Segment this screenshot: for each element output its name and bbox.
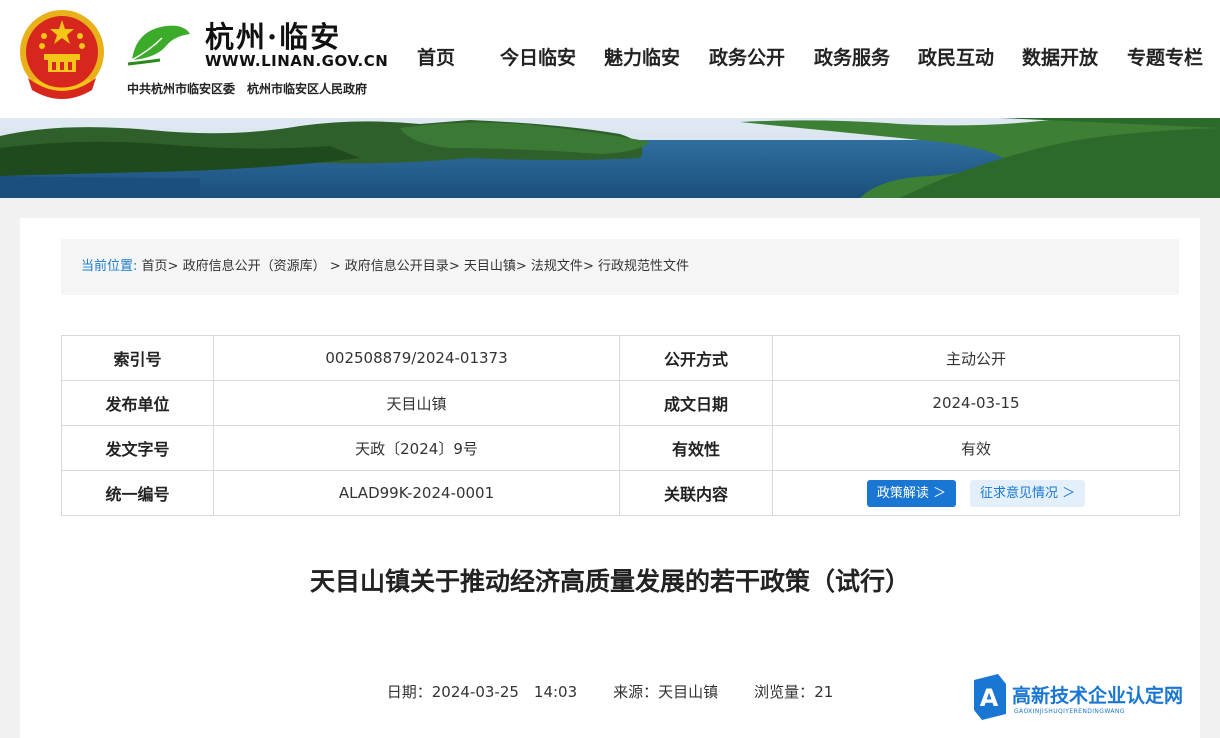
field-label: 索引号 — [61, 335, 214, 381]
field-value: 主动公开 — [772, 335, 1180, 381]
source-value: 天目山镇 — [658, 683, 719, 701]
breadcrumb-separator: > — [582, 259, 594, 274]
breadcrumb-separator: > — [329, 259, 341, 274]
field-label: 发文字号 — [61, 425, 214, 471]
watermark-subtext: GAOXINJISHUQIYERENDINGWANG — [1014, 708, 1125, 715]
field-value: 有效 — [772, 425, 1180, 471]
site-org-names: 中共杭州市临安区委 杭州市临安区人民政府 — [127, 82, 368, 96]
nav-today-linan[interactable]: 今日临安 — [500, 43, 576, 70]
field-label: 成文日期 — [619, 380, 773, 426]
publish-date: 2024-03-25 14:03 — [431, 683, 578, 701]
nav-special-topics[interactable]: 专题专栏 — [1127, 43, 1203, 70]
related-content-cell: 政策解读 ＞ 征求意见情况 ＞ — [772, 470, 1180, 516]
watermark-badge-icon: A — [974, 674, 1006, 720]
field-value: 天政〔2024〕9号 — [213, 425, 620, 471]
field-value: ALAD99K-2024-0001 — [213, 470, 620, 516]
nav-home[interactable]: 首页 — [417, 43, 455, 70]
breadcrumb-item-home[interactable]: 首页 — [142, 259, 168, 274]
view-count: 21 — [814, 683, 834, 701]
consultation-feedback-button[interactable]: 征求意见情况 ＞ — [970, 479, 1086, 507]
nav-interaction[interactable]: 政民互动 — [918, 43, 994, 70]
breadcrumb-separator: > — [515, 259, 527, 274]
field-value: 天目山镇 — [213, 380, 620, 426]
breadcrumb-separator: > — [448, 259, 460, 274]
date-label: 日期： — [386, 683, 432, 701]
watermark: A 高新技术企业认定网 GAOXINJISHUQIYERENDINGWANG — [972, 672, 1220, 723]
breadcrumb: 当前位置: 首页> 政府信息公开（资源库） > 政府信息公开目录> 天目山镇> … — [61, 239, 1179, 295]
breadcrumb-item-info-disclosure[interactable]: 政府信息公开（资源库） — [183, 259, 326, 274]
field-label: 公开方式 — [619, 335, 773, 381]
field-label: 发布单位 — [61, 380, 214, 426]
document-info-table: 索引号 002508879/2024-01373 公开方式 主动公开 发布单位 … — [61, 335, 1180, 516]
nav-open-data[interactable]: 数据开放 — [1022, 43, 1098, 70]
field-label: 统一编号 — [61, 470, 214, 516]
views-label: 浏览量： — [754, 683, 815, 701]
ginkgo-leaf-logo-icon — [127, 25, 190, 66]
breadcrumb-item-normative-docs[interactable]: 行政规范性文件 — [598, 259, 689, 274]
field-label: 关联内容 — [619, 470, 773, 516]
table-row: 统一编号 ALAD99K-2024-0001 关联内容 政策解读 ＞ 征求意见情况… — [61, 470, 1180, 516]
content-card: 当前位置: 首页> 政府信息公开（资源库） > 政府信息公开目录> 天目山镇> … — [20, 218, 1200, 738]
breadcrumb-item-tianmushan[interactable]: 天目山镇 — [464, 259, 516, 274]
lake-banner-image — [0, 118, 1220, 198]
table-row: 发布单位 天目山镇 成文日期 2024-03-15 — [61, 380, 1180, 426]
site-url: WWW.LINAN.GOV.CN — [205, 52, 389, 70]
nav-charm-linan[interactable]: 魅力临安 — [604, 43, 680, 70]
breadcrumb-label: 当前位置: — [81, 259, 138, 274]
nav-gov-services[interactable]: 政务服务 — [814, 43, 890, 70]
table-row: 索引号 002508879/2024-01373 公开方式 主动公开 — [61, 335, 1180, 381]
article-title: 天目山镇关于推动经济高质量发展的若干政策（试行） — [309, 567, 910, 596]
field-label: 有效性 — [619, 425, 773, 471]
site-logo-text: 杭州·临安 — [205, 20, 342, 54]
main-nav: 首页 今日临安 魅力临安 政务公开 政务服务 政民互动 数据开放 专题专栏 — [403, 43, 1220, 77]
breadcrumb-item-info-catalog[interactable]: 政府信息公开目录 — [345, 259, 449, 274]
breadcrumb-item-regulations[interactable]: 法规文件 — [531, 259, 583, 274]
field-value: 2024-03-15 — [772, 380, 1180, 426]
source-label: 来源： — [613, 683, 659, 701]
svg-text:A: A — [980, 684, 999, 712]
watermark-text: 高新技术企业认定网 — [1012, 685, 1184, 707]
field-value: 002508879/2024-01373 — [213, 335, 620, 381]
table-row: 发文字号 天政〔2024〕9号 有效性 有效 — [61, 425, 1180, 471]
breadcrumb-separator: > — [167, 259, 179, 274]
national-emblem-icon — [20, 10, 104, 99]
site-header: 杭州·临安 WWW.LINAN.GOV.CN 中共杭州市临安区委 杭州市临安区人… — [0, 0, 1220, 118]
nav-gov-affairs[interactable]: 政务公开 — [709, 43, 785, 70]
policy-interpretation-button[interactable]: 政策解读 ＞ — [866, 479, 956, 507]
